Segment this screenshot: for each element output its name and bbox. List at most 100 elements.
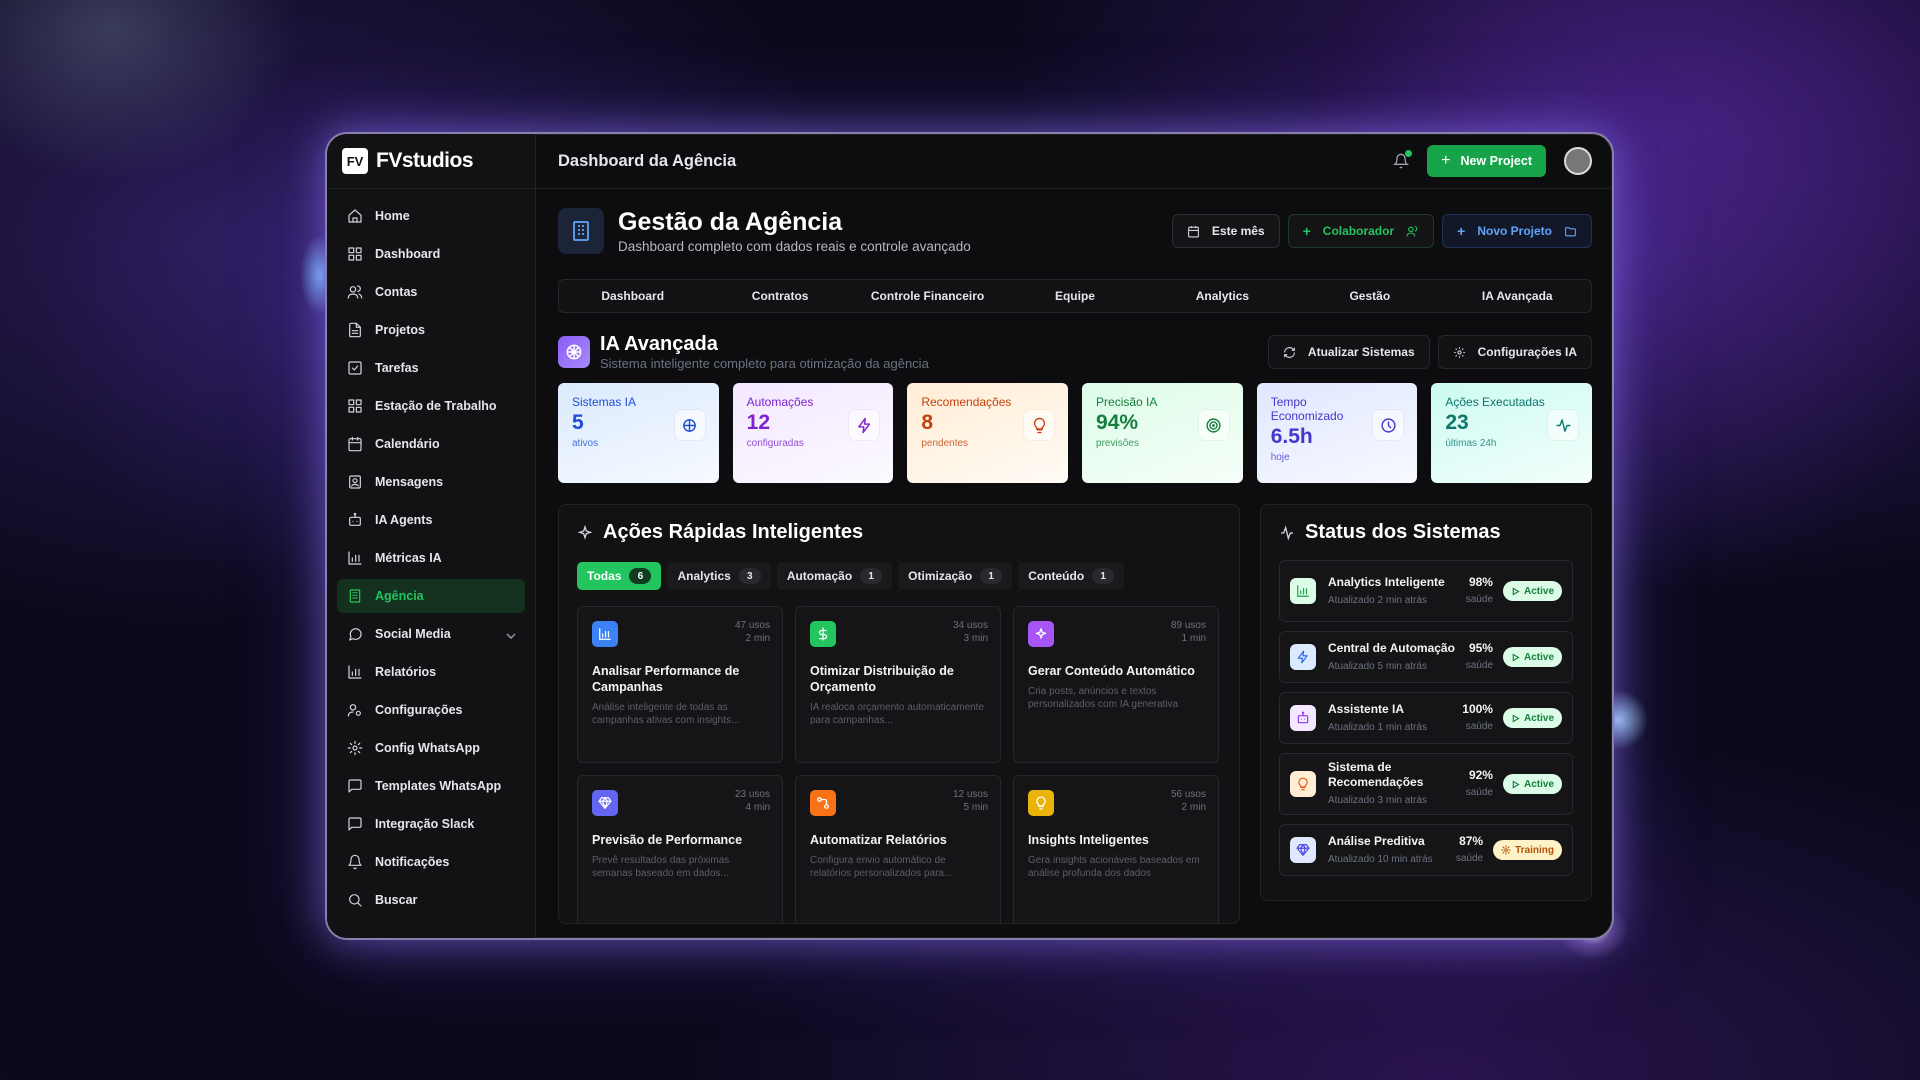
sidebar-item-notificacoes[interactable]: Notificações bbox=[337, 845, 525, 879]
card-uses: 34 usos bbox=[952, 620, 988, 631]
quick-action-card-automatizar-relatorios[interactable]: 12 usos 5 min Automatizar Relatórios Config… bbox=[795, 775, 1001, 923]
card-time: 4 min bbox=[745, 802, 770, 813]
system-row-sistema-de-recomendacoes[interactable]: Sistema de Recomendações Atualizado 3 min… bbox=[1279, 753, 1573, 815]
sidebar-item-relatorios[interactable]: Relatórios bbox=[337, 655, 525, 689]
sidebar-item-mensagens[interactable]: Mensagens bbox=[337, 465, 525, 499]
lightbulb-icon bbox=[1290, 771, 1316, 797]
card-title: Automatizar Relatórios bbox=[810, 833, 947, 847]
sidebar-item-metricas-ia[interactable]: Métricas IA bbox=[337, 541, 525, 575]
refresh-icon bbox=[1284, 346, 1295, 358]
sidebar-item-contas[interactable]: Contas bbox=[337, 275, 525, 309]
filter-todas[interactable]: Todas 6 bbox=[577, 562, 662, 590]
add-collaborator-button[interactable]: + Colaborador bbox=[1287, 214, 1435, 248]
message-square-icon bbox=[347, 816, 363, 832]
card-uses: 12 usos bbox=[952, 789, 988, 800]
quick-action-card-insights-inteligentes[interactable]: 56 usos 2 min Insights Inteligentes Gera in… bbox=[1013, 775, 1219, 923]
systems-list: Analytics Inteligente Atualizado 2 min at… bbox=[1279, 560, 1573, 876]
new-project-header-button[interactable]: + Novo Projeto bbox=[1442, 214, 1592, 248]
sidebar-item-tarefas[interactable]: Tarefas bbox=[337, 351, 525, 385]
quick-action-card-analisar-performance-de-campanhas[interactable]: 47 usos 2 min Analisar Performance de Camp… bbox=[577, 606, 783, 763]
app-logo[interactable]: FV FVstudios bbox=[327, 134, 535, 189]
sidebar-item-label: Config WhatsApp bbox=[375, 741, 480, 755]
gear-icon bbox=[347, 740, 363, 756]
stat-card-precisao-ia[interactable]: Precisão IA 94% previsões bbox=[1082, 383, 1243, 483]
stat-label: Sistemas IA bbox=[572, 395, 637, 409]
system-row-central-de-automacao[interactable]: Central de Automação Atualizado 5 min atr… bbox=[1279, 631, 1573, 683]
card-description: Gera insights acionáveis baseados em aná… bbox=[1028, 855, 1200, 879]
sidebar-item-label: Configurações bbox=[375, 703, 463, 717]
page-title: Dashboard da Agência bbox=[558, 151, 737, 170]
sidebar-item-label: Contas bbox=[375, 285, 418, 299]
agency-subtitle: Dashboard completo com dados reais e con… bbox=[618, 239, 971, 254]
sidebar-item-buscar[interactable]: Buscar bbox=[337, 883, 525, 917]
card-time: 2 min bbox=[745, 633, 770, 644]
sidebar-item-estacao-de-trabalho[interactable]: Estação de Trabalho bbox=[337, 389, 525, 423]
tab-dashboard[interactable]: Dashboard bbox=[559, 280, 706, 312]
card-uses: 23 usos bbox=[734, 789, 770, 800]
stat-card-sistemas-ia[interactable]: Sistemas IA 5 ativos bbox=[558, 383, 719, 483]
systems-status-panel: Status dos Sistemas Analytics Inteligent… bbox=[1260, 504, 1592, 901]
system-row-analise-preditiva[interactable]: Análise Preditiva Atualizado 10 min atrás… bbox=[1279, 824, 1573, 876]
new-project-button[interactable]: + New Project bbox=[1427, 145, 1546, 177]
bar-chart-icon bbox=[1290, 578, 1316, 604]
sidebar-item-configuracoes[interactable]: Configurações bbox=[337, 693, 525, 727]
tab-controle-financeiro[interactable]: Controle Financeiro bbox=[854, 280, 1001, 312]
systems-title: Status dos Sistemas bbox=[1305, 521, 1501, 543]
stat-card-tempo-economizado[interactable]: Tempo Economizado 6.5h hoje bbox=[1256, 383, 1418, 483]
filter-otimizacao[interactable]: Otimização 1 bbox=[898, 562, 1013, 590]
system-row-analytics-inteligente[interactable]: Analytics Inteligente Atualizado 2 min at… bbox=[1279, 560, 1573, 622]
sidebar-item-calendario[interactable]: Calendário bbox=[337, 427, 525, 461]
folder-icon bbox=[1565, 226, 1576, 236]
bell-icon[interactable] bbox=[1393, 150, 1413, 169]
filter-count: 3 bbox=[738, 568, 761, 584]
avatar[interactable] bbox=[1564, 147, 1592, 175]
system-updated: Atualizado 3 min atrás bbox=[1328, 795, 1427, 806]
ia-settings-button[interactable]: Configurações IA bbox=[1437, 335, 1592, 369]
sidebar-item-label: Mensagens bbox=[375, 475, 444, 489]
tab-contratos[interactable]: Contratos bbox=[706, 280, 853, 312]
filter-analytics[interactable]: Analytics 3 bbox=[667, 562, 771, 590]
sidebar-item-agencia[interactable]: Agência bbox=[337, 579, 525, 613]
sidebar-item-templates-whatsapp[interactable]: Templates WhatsApp bbox=[337, 769, 525, 803]
tab-analytics[interactable]: Analytics bbox=[1149, 280, 1296, 312]
workflow-icon bbox=[810, 790, 836, 816]
tab-equipe[interactable]: Equipe bbox=[1001, 280, 1148, 312]
sidebar-item-label: Relatórios bbox=[375, 665, 437, 679]
lightbulb-icon bbox=[1028, 790, 1054, 816]
bar-chart-icon bbox=[347, 664, 363, 680]
quick-action-card-gerar-conteudo-automatico[interactable]: 89 usos 1 min Gerar Conteúdo Automático Cri… bbox=[1013, 606, 1219, 763]
file-icon bbox=[347, 322, 363, 338]
tab-gestao[interactable]: Gestão bbox=[1296, 280, 1443, 312]
sidebar-item-integracao-slack[interactable]: Integração Slack bbox=[337, 807, 525, 841]
sidebar-item-label: Métricas IA bbox=[375, 551, 442, 565]
sidebar-item-ia-agents[interactable]: IA Agents bbox=[337, 503, 525, 537]
tab-ia-avancada[interactable]: IA Avançada bbox=[1444, 280, 1591, 312]
sidebar-item-config-whatsapp[interactable]: Config WhatsApp bbox=[337, 731, 525, 765]
plus-icon: + bbox=[1302, 223, 1311, 239]
sidebar-item-home[interactable]: Home bbox=[337, 199, 525, 233]
quick-action-card-previsao-de-performance[interactable]: 23 usos 4 min Previsão de Performance Prevê… bbox=[577, 775, 783, 923]
chat-bubble-icon bbox=[347, 626, 363, 642]
stat-card-acoes-executadas[interactable]: Ações Executadas 23 últimas 24h bbox=[1431, 383, 1593, 483]
building-icon bbox=[347, 588, 363, 604]
filter-automacao[interactable]: Automação 1 bbox=[776, 562, 893, 590]
status-label: Active bbox=[1523, 585, 1554, 597]
sidebar-item-dashboard[interactable]: Dashboard bbox=[337, 237, 525, 271]
filter-label: Automação bbox=[786, 569, 853, 583]
period-button[interactable]: Este mês bbox=[1171, 214, 1280, 248]
card-time: 2 min bbox=[1181, 802, 1206, 813]
card-description: IA realoca orçamento automaticamente par… bbox=[810, 702, 984, 726]
stat-card-automacoes[interactable]: Automações 12 configuradas bbox=[732, 383, 894, 483]
filter-conteudo[interactable]: Conteúdo 1 bbox=[1018, 562, 1125, 590]
system-row-assistente-ia[interactable]: Assistente IA Atualizado 1 min atrás 100% s… bbox=[1279, 692, 1573, 744]
refresh-systems-button[interactable]: Atualizar Sistemas bbox=[1267, 335, 1430, 369]
sidebar-item-projetos[interactable]: Projetos bbox=[337, 313, 525, 347]
sidebar-item-social-media[interactable]: Social Media bbox=[337, 617, 525, 651]
sidebar-item-label: Buscar bbox=[375, 893, 418, 907]
home-icon bbox=[347, 208, 363, 224]
quick-action-card-otimizar-distribuicao-de-orcamento[interactable]: 34 usos 3 min Otimizar Distribuição de Orç… bbox=[795, 606, 1001, 763]
topbar: Dashboard da Agência + New Project bbox=[536, 134, 1612, 189]
stat-card-recomendacoes[interactable]: Recomendações 8 pendentes bbox=[907, 383, 1069, 483]
system-health-label: saúde bbox=[1465, 721, 1493, 732]
chevron-down-icon[interactable] bbox=[503, 628, 516, 640]
